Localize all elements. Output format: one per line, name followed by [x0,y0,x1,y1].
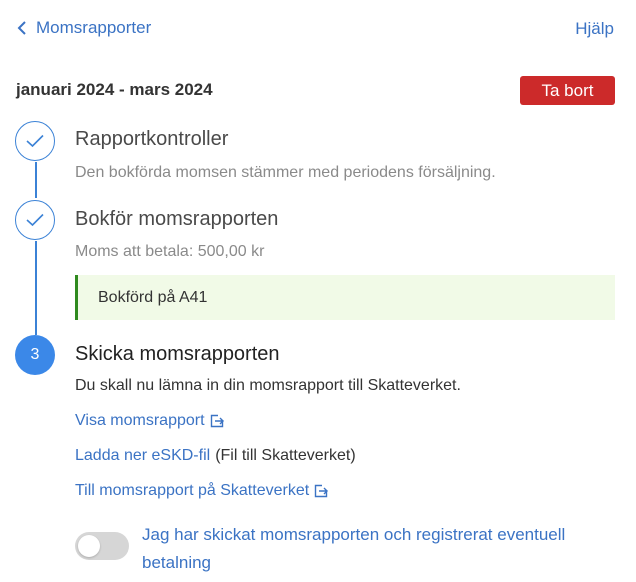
step-3-number: 3 [30,346,40,363]
step-3-description: Du skall nu lämna in din momsrapport til… [75,377,461,394]
confirm-sent-label[interactable]: Jag har skickat momsrapporten och regist… [142,521,612,577]
checkmark-icon [26,134,44,148]
back-link-label: Momsrapporter [36,18,152,37]
step-1-title: Rapportkontroller [75,128,229,150]
skatteverket-link[interactable]: Till momsrapport på Skatteverket [75,482,309,500]
checkmark-icon [26,213,44,227]
download-eskd-link[interactable]: Ladda ner eSKD-fil [75,447,210,465]
step-3-number-badge: 3 [15,335,55,375]
booked-note-text: Bokförd på A41 [98,288,208,306]
top-bar: Momsrapporter Hjälp [0,0,636,60]
external-link-icon[interactable] [210,414,224,428]
view-report-link[interactable]: Visa momsrapport [75,412,205,430]
view-report-row: Visa momsrapport [75,412,224,430]
step-3-title: Skicka momsrapporten [75,343,280,365]
back-link[interactable]: Momsrapporter [16,18,151,38]
external-link-icon[interactable] [314,484,329,498]
chevron-left-icon [17,21,26,35]
download-eskd-suffix: (Fil till Skatteverket) [215,447,356,464]
delete-button[interactable]: Ta bort [520,76,615,105]
step-1-done-icon [15,121,55,161]
period-title: januari 2024 - mars 2024 [16,80,213,99]
skatteverket-row: Till momsrapport på Skatteverket [75,482,329,500]
step-2-done-icon [15,200,55,240]
booked-note: Bokförd på A41 [75,275,615,320]
step-1-description: Den bokförda momsen stämmer med perioden… [75,164,496,181]
step-2-title: Bokför momsrapporten [75,208,279,230]
help-link[interactable]: Hjälp [575,19,614,39]
step-connector [35,241,37,335]
confirm-sent-toggle[interactable] [75,532,129,560]
toggle-knob [78,535,100,557]
step-2-description: Moms att betala: 500,00 kr [75,243,265,260]
step-connector [35,162,37,198]
download-eskd-row: Ladda ner eSKD-fil (Fil till Skatteverke… [75,447,356,465]
